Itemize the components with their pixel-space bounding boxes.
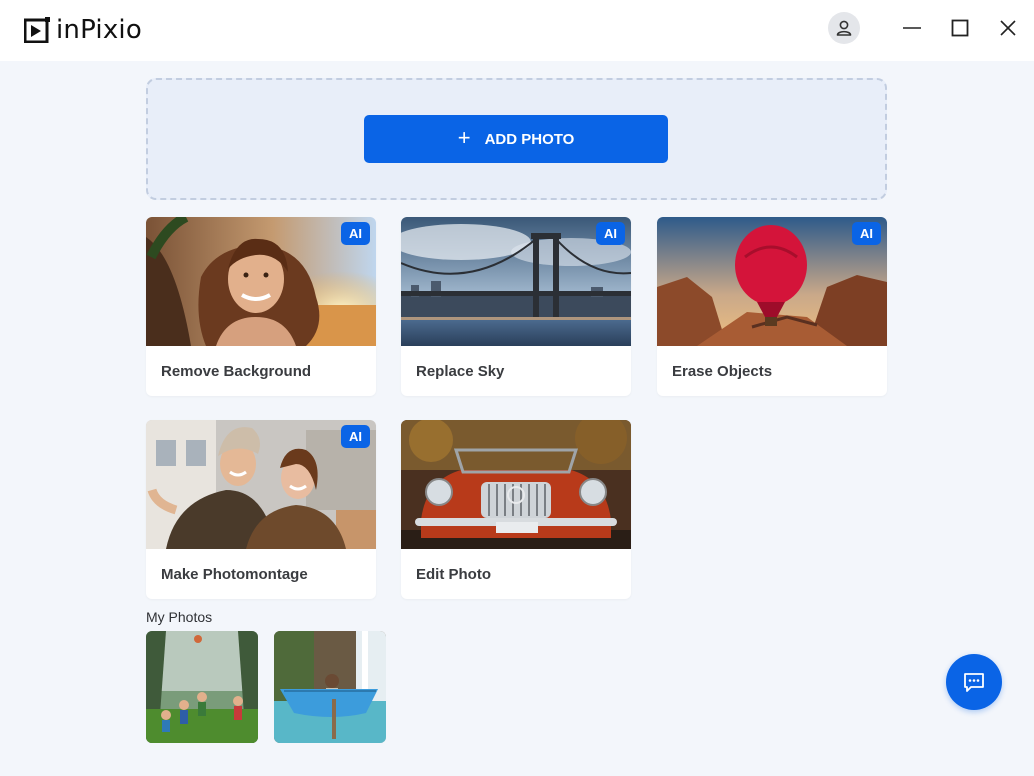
tool-label: Remove Background <box>161 363 312 380</box>
title-bar: inPixio <box>0 0 1034 61</box>
account-button[interactable] <box>828 12 860 44</box>
app-logo: inPixio <box>24 14 142 46</box>
tool-card-remove-background[interactable]: AI Remove Background <box>146 217 376 396</box>
tool-card-erase-objects[interactable]: AI Erase Objects <box>657 217 887 396</box>
maximize-button[interactable] <box>944 12 976 44</box>
minimize-button[interactable] <box>896 12 928 44</box>
tool-label: Erase Objects <box>672 363 773 380</box>
close-button[interactable] <box>992 12 1024 44</box>
chat-button[interactable] <box>946 654 1002 710</box>
plus-icon: + <box>457 125 471 150</box>
tool-card-make-photomontage[interactable]: AI Make Photomontage <box>146 420 376 599</box>
my-photo-park[interactable] <box>146 631 258 743</box>
tool-card-replace-sky[interactable]: AI Replace Sky <box>401 217 631 396</box>
add-photo-label: ADD PHOTO <box>484 130 575 148</box>
tool-label: Replace Sky <box>416 363 505 380</box>
photo-drop-zone[interactable]: + ADD PHOTO <box>146 78 887 200</box>
ai-badge: AI <box>341 222 370 245</box>
edit-photo-thumbnail <box>401 420 631 549</box>
ai-badge: AI <box>341 425 370 448</box>
my-photo-waterfall[interactable] <box>274 631 386 743</box>
minimize-icon <box>903 27 921 29</box>
ai-badge: AI <box>596 222 625 245</box>
my-photos-title: My Photos <box>146 609 213 625</box>
tool-card-edit-photo[interactable]: Edit Photo <box>401 420 631 599</box>
logo-mark-icon <box>24 17 50 43</box>
chat-icon <box>964 673 984 692</box>
add-photo-button[interactable]: + ADD PHOTO <box>364 115 668 163</box>
app-name: inPixio <box>56 15 142 45</box>
maximize-icon <box>951 19 969 37</box>
ai-badge: AI <box>852 222 881 245</box>
tool-label: Edit Photo <box>416 566 491 583</box>
close-icon <box>1000 20 1016 36</box>
tool-label: Make Photomontage <box>161 566 308 583</box>
user-icon <box>836 20 852 36</box>
